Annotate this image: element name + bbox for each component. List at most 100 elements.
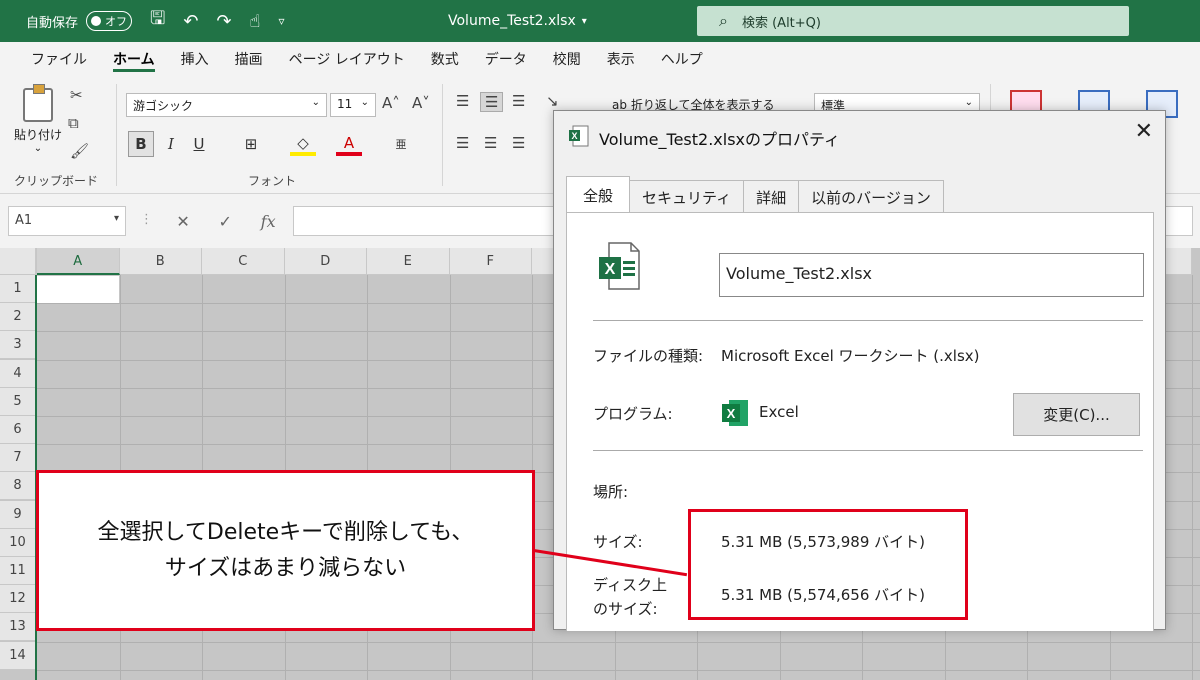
program-value: Excel — [759, 403, 799, 421]
orientation-icon[interactable]: ↘ — [546, 92, 559, 110]
row-header[interactable]: 12 — [0, 585, 36, 614]
tab-formulas[interactable]: 数式 — [418, 42, 472, 76]
callout-line-1: 全選択してDeleteキーで削除しても、 — [97, 519, 474, 545]
align-bottom-icon[interactable]: ☰ — [512, 92, 525, 110]
more-options-icon: ⋮ — [140, 212, 153, 227]
search-icon: ⌕ — [719, 11, 728, 30]
customize-qat-icon[interactable]: ▿ — [279, 14, 285, 28]
name-box-value: A1 — [15, 213, 33, 228]
font-size-value: 11 — [337, 97, 353, 111]
tab-previous-versions[interactable]: 以前のバージョン — [798, 180, 944, 213]
cancel-icon[interactable]: ✕ — [176, 212, 189, 231]
tab-data[interactable]: データ — [472, 42, 540, 76]
tab-draw[interactable]: 描画 — [222, 42, 276, 76]
tab-page-layout[interactable]: ページ レイアウト — [276, 42, 418, 76]
row-header[interactable]: 11 — [0, 557, 36, 585]
search-placeholder: 検索 (Alt+Q) — [741, 15, 821, 31]
italic-button[interactable]: I — [158, 131, 184, 157]
tab-view[interactable]: 表示 — [594, 42, 648, 76]
row-header[interactable]: 10 — [0, 528, 36, 557]
row-header[interactable]: 14 — [0, 641, 36, 670]
column-header[interactable]: A — [37, 248, 120, 275]
column-header[interactable]: E — [367, 248, 450, 275]
row-header[interactable]: 13 — [0, 613, 36, 642]
row-header[interactable]: 6 — [0, 416, 36, 444]
font-size-select[interactable]: 11 ⌄ — [330, 93, 376, 117]
touch-mode-icon[interactable]: ☝ — [250, 11, 261, 32]
increase-font-icon[interactable]: A˄ — [382, 94, 400, 112]
font-group-label: フォント — [248, 174, 297, 188]
row-header[interactable]: 5 — [0, 387, 36, 416]
borders-icon[interactable]: ⊞ — [238, 131, 264, 157]
column-header[interactable]: C — [202, 248, 285, 275]
disk-size-label-line2: のサイズ: — [593, 600, 658, 618]
align-right-icon[interactable]: ☰ — [512, 134, 525, 152]
row-header[interactable]: 2 — [0, 303, 36, 332]
clipboard-icon — [23, 84, 53, 122]
column-header[interactable]: F — [449, 248, 532, 275]
chevron-down-icon: ▾ — [113, 213, 119, 224]
copy-icon[interactable]: ⧉ — [68, 114, 79, 132]
underline-button[interactable]: U — [186, 131, 212, 157]
autosave-toggle[interactable]: オフ — [86, 11, 133, 31]
formula-buttons: ✕ ✓ fx — [162, 206, 290, 236]
dialog-title: Volume_Test2.xlsxのプロパティ — [599, 130, 841, 149]
row-header[interactable]: 3 — [0, 331, 36, 360]
tab-general[interactable]: 全般 — [566, 176, 631, 213]
row-header[interactable]: 9 — [0, 500, 36, 529]
autosave-control[interactable]: 自動保存 オフ — [26, 0, 133, 42]
phonetic-icon[interactable]: 亜 — [388, 131, 414, 157]
font-color-icon[interactable]: A — [336, 134, 362, 156]
redo-icon[interactable]: ↷ — [216, 11, 231, 32]
tab-review[interactable]: 校閲 — [540, 42, 594, 76]
select-all-corner[interactable] — [0, 248, 36, 275]
size-label: サイズ: — [593, 533, 643, 551]
tab-security[interactable]: セキュリティ — [629, 180, 745, 213]
save-icon[interactable]: 🖫 — [150, 6, 165, 36]
paste-button[interactable]: 貼り付け ⌄ — [12, 84, 64, 154]
name-box[interactable]: A1 ▾ — [8, 206, 126, 236]
excel-file-icon: X — [599, 242, 640, 290]
file-type-value: Microsoft Excel ワークシート (.xlsx) — [721, 347, 980, 365]
file-name-field[interactable]: Volume_Test2.xlsx — [719, 253, 1144, 297]
gridline — [36, 641, 1200, 643]
title-bar: 自動保存 オフ 🖫 ↶ ↷ ☝ ▿ Volume_Test2.xlsx ▾ ⌕ … — [0, 0, 1200, 42]
search-box[interactable]: ⌕ 検索 (Alt+Q) — [697, 6, 1129, 36]
format-painter-icon[interactable]: 🖌 — [70, 142, 89, 160]
enter-icon[interactable]: ✓ — [219, 212, 232, 231]
decrease-font-icon[interactable]: A˅ — [412, 94, 430, 112]
row-header[interactable]: 4 — [0, 359, 36, 388]
tab-home[interactable]: ホーム — [100, 42, 168, 76]
size-highlight-box — [688, 509, 968, 620]
close-icon[interactable]: ✕ — [1135, 119, 1153, 144]
font-name-select[interactable]: 游ゴシック ⌄ — [126, 93, 327, 117]
row-header[interactable]: 8 — [0, 472, 36, 501]
row-header[interactable]: 1 — [0, 275, 36, 303]
group-divider — [116, 84, 117, 186]
disk-size-label: ディスク上 のサイズ: — [593, 573, 667, 621]
bold-button[interactable]: B — [128, 131, 154, 157]
document-title[interactable]: Volume_Test2.xlsx ▾ — [448, 0, 587, 42]
undo-icon[interactable]: ↶ — [183, 11, 198, 32]
cut-icon[interactable]: ✂ — [70, 86, 83, 104]
tab-file[interactable]: ファイル — [18, 42, 100, 76]
column-header[interactable]: B — [119, 248, 202, 275]
align-center-icon[interactable]: ☰ — [484, 134, 497, 152]
active-cell-a1[interactable] — [37, 276, 119, 303]
align-top-icon[interactable]: ☰ — [456, 92, 469, 110]
tab-help[interactable]: ヘルプ — [648, 42, 716, 76]
location-label: 場所: — [593, 483, 629, 501]
disk-size-label-line1: ディスク上 — [593, 576, 667, 594]
align-left-icon[interactable]: ☰ — [456, 134, 469, 152]
dialog-tabs: 全般 セキュリティ 詳細 以前のバージョン — [566, 176, 944, 213]
row-header[interactable]: 7 — [0, 444, 36, 473]
tab-insert[interactable]: 挿入 — [168, 42, 222, 76]
chevron-down-icon: ▾ — [581, 15, 587, 27]
align-middle-icon[interactable]: ☰ — [480, 92, 504, 112]
tab-details[interactable]: 詳細 — [743, 180, 800, 213]
fill-color-icon[interactable]: ◇ — [290, 134, 316, 156]
column-header[interactable]: D — [284, 248, 367, 275]
change-button[interactable]: 変更(C)... — [1013, 393, 1140, 436]
file-type-label: ファイルの種類: — [593, 347, 704, 365]
insert-function-icon[interactable]: fx — [261, 212, 276, 231]
